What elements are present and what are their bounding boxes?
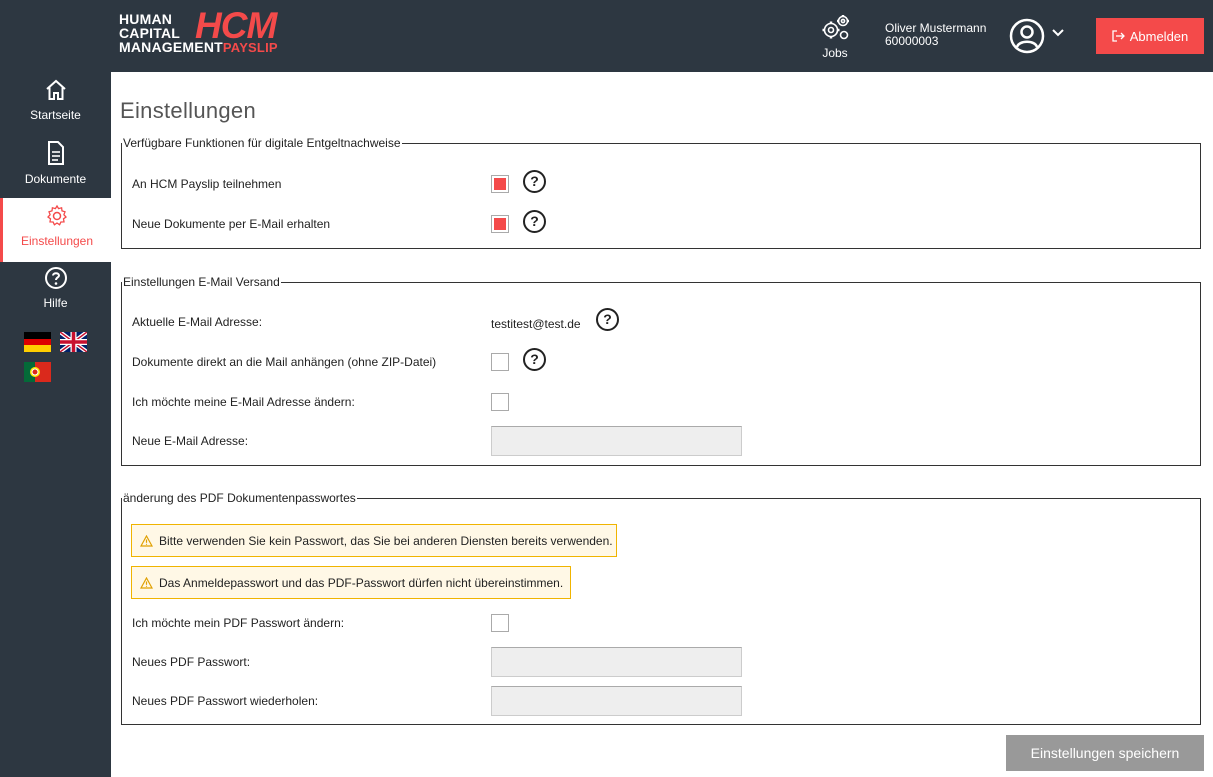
chevron-down-icon[interactable] (1051, 28, 1065, 38)
warning-text: Das Anmeldepasswort und das PDF-Passwort… (159, 575, 564, 590)
warning-message: Bitte verwenden Sie kein Passwort, das S… (131, 524, 617, 557)
main-content: Einstellungen Verfügbare Funktionen für … (111, 72, 1213, 777)
flag-uk-icon[interactable] (60, 332, 87, 352)
user-id: 60000003 (885, 34, 939, 48)
section-legend: Einstellungen E-Mail Versand (123, 275, 280, 289)
home-icon (45, 79, 66, 100)
current-email-value: testitest@test.de (491, 317, 581, 331)
new-email-label: Neue E-Mail Adresse: (132, 434, 249, 448)
participate-label: An HCM Payslip teilnehmen (132, 177, 282, 191)
new-pdf-password-label: Neues PDF Passwort: (132, 655, 251, 669)
help-icon[interactable]: ? (523, 210, 546, 233)
page-title: Einstellungen (120, 98, 256, 123)
section-legend: änderung des PDF Dokumentenpasswortes (123, 491, 356, 505)
new-pdf-password-field[interactable] (491, 647, 742, 677)
email-documents-label: Neue Dokumente per E-Mail erhalten (132, 217, 331, 231)
save-settings-button[interactable]: Einstellungen speichern (1006, 735, 1204, 771)
attach-directly-label: Dokumente direkt an die Mail anhängen (o… (132, 355, 437, 369)
change-pdf-password-label: Ich möchte mein PDF Passwort ändern: (132, 616, 345, 630)
new-email-field[interactable] (491, 426, 742, 456)
warning-icon (140, 576, 153, 589)
help-icon[interactable]: ? (523, 348, 546, 371)
sidebar: Startseite Dokumente Einstellungen Hilfe (0, 72, 111, 777)
gears-icon (822, 15, 849, 40)
sidebar-item-label: Hilfe (43, 296, 68, 310)
logout-icon (1112, 30, 1125, 42)
gear-icon (47, 204, 67, 226)
repeat-pdf-password-field[interactable] (491, 686, 742, 716)
sidebar-item-startseite[interactable]: Startseite (0, 78, 111, 140)
change-pdf-password-checkbox[interactable] (491, 614, 509, 632)
flag-de-icon[interactable] (24, 332, 51, 352)
warning-message: Das Anmeldepasswort und das PDF-Passwort… (131, 566, 571, 599)
repeat-pdf-password-label: Neues PDF Passwort wiederholen: (132, 694, 319, 708)
logout-label: Abmelden (1129, 28, 1189, 44)
attach-directly-checkbox[interactable] (491, 353, 509, 371)
sidebar-item-label: Einstellungen (20, 234, 94, 248)
sidebar-item-einstellungen[interactable]: Einstellungen (0, 198, 111, 262)
user-avatar-icon[interactable] (1009, 18, 1045, 54)
current-email-label: Aktuelle E-Mail Adresse: (132, 315, 263, 329)
jobs-label: Jobs (822, 46, 848, 60)
help-icon[interactable]: ? (596, 308, 619, 331)
warning-icon (140, 534, 153, 547)
sidebar-item-label: Startseite (30, 108, 81, 122)
sidebar-item-hilfe[interactable]: Hilfe (0, 266, 111, 328)
sidebar-item-label: Dokumente (24, 172, 87, 186)
change-email-label: Ich möchte meine E-Mail Adresse ändern: (132, 395, 355, 409)
sidebar-item-dokumente[interactable]: Dokumente (0, 140, 111, 202)
participate-checkbox[interactable] (491, 175, 509, 193)
user-info: Oliver Mustermann 60000003 (885, 22, 986, 48)
change-email-checkbox[interactable] (491, 393, 509, 411)
warning-text: Bitte verwenden Sie kein Passwort, das S… (159, 533, 613, 548)
digital-payslip-section: Verfügbare Funktionen für digitale Entge… (121, 136, 1201, 249)
top-bar: HUMAN CAPITAL MANAGEMENTPAYSLIP HCM Jobs… (0, 0, 1213, 72)
flag-pt-icon[interactable] (24, 362, 51, 382)
help-icon (44, 267, 67, 289)
jobs-button[interactable]: Jobs (812, 14, 858, 60)
document-icon (47, 141, 64, 165)
logo-brand: HCM (195, 5, 277, 46)
email-documents-checkbox[interactable] (491, 215, 509, 233)
help-icon[interactable]: ? (523, 170, 546, 193)
section-legend: Verfügbare Funktionen für digitale Entge… (123, 136, 401, 150)
logout-button[interactable]: Abmelden (1096, 18, 1204, 54)
